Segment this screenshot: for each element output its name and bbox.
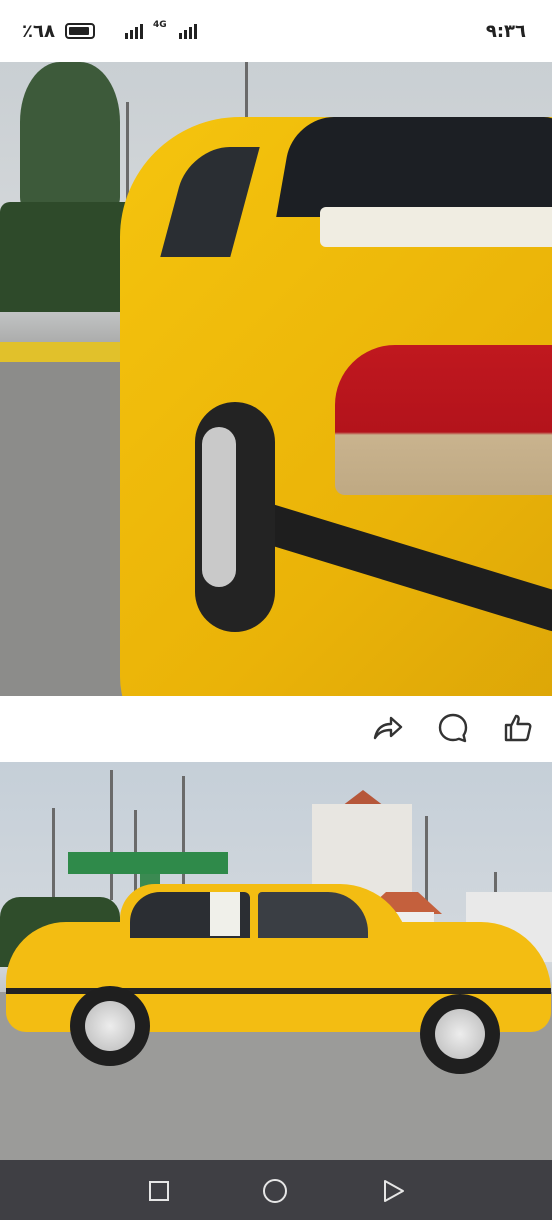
navigation-bar (0, 1160, 552, 1220)
post-actions (0, 696, 552, 762)
curb (0, 342, 130, 362)
pole (110, 770, 113, 900)
clock: ٩:٣٦ (485, 20, 526, 42)
car-roof (320, 207, 552, 247)
photo-car-rear[interactable] (0, 62, 552, 696)
wheel-hubcap (435, 1009, 485, 1059)
triangle-icon[interactable] (380, 1178, 406, 1204)
share-icon[interactable] (369, 710, 405, 746)
tree (20, 62, 120, 212)
front-side-window (258, 892, 368, 938)
like-icon[interactable] (500, 710, 536, 746)
rear-window (276, 117, 552, 217)
status-bar: ٪٦٨ 4G ٩:٣٦ (0, 0, 552, 62)
status-right: ٩:٣٦ (486, 21, 526, 42)
street-lamp (182, 776, 185, 896)
window-sign (210, 892, 240, 936)
photo-car-side[interactable] (0, 762, 552, 1160)
front-wheel (420, 994, 500, 1074)
taillight (335, 345, 552, 495)
square-icon[interactable] (146, 1178, 172, 1204)
street-lamp (425, 816, 428, 906)
status-left: ٪٦٨ 4G (22, 19, 197, 42)
signal-icon-2 (178, 23, 197, 39)
network-type: 4G (152, 19, 167, 30)
battery-percent: ٪٦٨ (22, 20, 55, 42)
street-lamp (52, 808, 55, 908)
wheel-hubcap (85, 1001, 135, 1051)
wheel-hubcap (202, 427, 236, 587)
comment-icon[interactable] (435, 710, 471, 746)
battery-icon (64, 23, 95, 39)
circle-icon[interactable] (262, 1178, 288, 1204)
gas-station-canopy (68, 852, 228, 874)
signal-icon (124, 23, 143, 39)
rear-wheel (70, 986, 150, 1066)
